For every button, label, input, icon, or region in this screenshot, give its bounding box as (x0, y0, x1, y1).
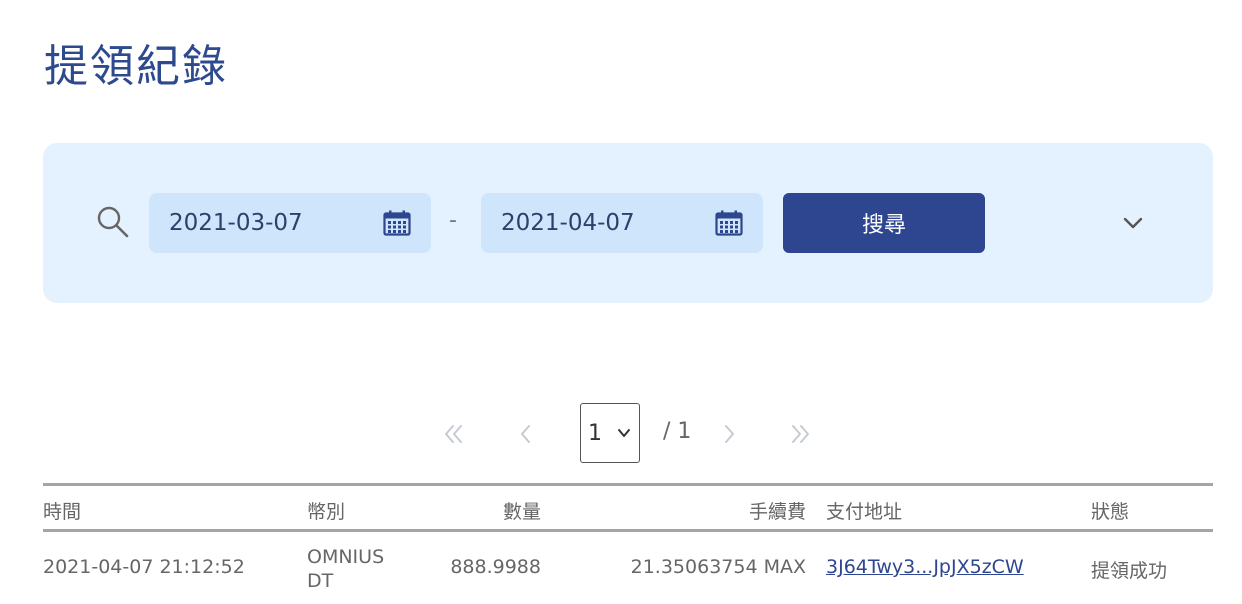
double-chevron-left-icon[interactable] (441, 421, 467, 447)
date-range-separator: - (449, 208, 457, 233)
search-icon (97, 206, 129, 238)
date-to-value: 2021-04-07 (501, 210, 635, 236)
chevron-down-icon[interactable] (1119, 210, 1147, 236)
row-currency: OMNIUS DT (307, 546, 385, 592)
column-header-status: 狀態 (1091, 501, 1130, 523)
column-header-time: 時間 (43, 501, 82, 523)
page-select-value: 1 (588, 420, 602, 446)
row-fee: 21.35063754 MAX (630, 556, 806, 578)
date-from-value: 2021-03-07 (169, 210, 303, 236)
page-total: / 1 (663, 419, 692, 444)
row-address-link[interactable]: 3J64Twy3...JpJX5zCW (826, 556, 1024, 578)
chevron-left-icon[interactable] (513, 421, 539, 447)
chevron-down-icon (618, 429, 630, 437)
column-header-amount: 數量 (502, 501, 541, 523)
double-chevron-right-icon[interactable] (787, 421, 813, 447)
column-header-fee: 手續費 (748, 501, 806, 523)
date-to-field[interactable]: 2021-04-07 (481, 193, 763, 253)
search-button[interactable]: 搜尋 (783, 193, 985, 253)
table-top-divider (43, 483, 1213, 486)
row-time: 2021-04-07 21:12:52 (43, 556, 245, 578)
pagination: 1 / 1 (0, 403, 1242, 463)
chevron-right-icon[interactable] (716, 421, 742, 447)
calendar-icon[interactable] (715, 210, 743, 236)
row-amount: 888.9988 (450, 556, 541, 578)
table-header-divider (43, 529, 1213, 532)
row-status: 提領成功 (1091, 560, 1168, 582)
page-select[interactable]: 1 (580, 403, 640, 463)
column-header-currency: 幣別 (307, 501, 346, 523)
calendar-icon[interactable] (383, 210, 411, 236)
date-from-field[interactable]: 2021-03-07 (149, 193, 431, 253)
column-header-address: 支付地址 (826, 501, 903, 523)
page-title: 提領紀錄 (44, 41, 228, 92)
